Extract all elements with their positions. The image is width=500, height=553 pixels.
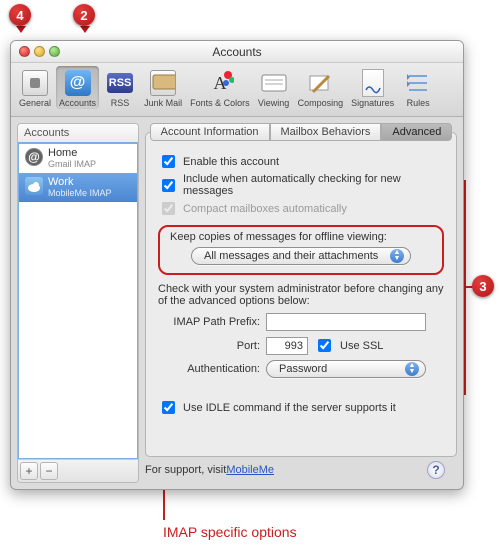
account-sub: Gmail IMAP <box>48 159 96 169</box>
ssl-label: Use SSL <box>340 340 383 352</box>
close-button[interactable] <box>19 46 30 57</box>
toolbar-accounts-label: Accounts <box>59 98 96 108</box>
detail-pane: Account Information Mailbox Behaviors Ad… <box>145 123 457 483</box>
toolbar-fonts[interactable]: A Fonts & Colors <box>187 66 253 109</box>
remove-account-button[interactable]: − <box>40 462 58 480</box>
composing-icon <box>307 70 333 96</box>
include-auto-label: Include when automatically checking for … <box>183 173 444 197</box>
accounts-list[interactable]: @ Home Gmail IMAP Work MobileMe IMAP <box>17 142 139 460</box>
rules-icon <box>405 70 431 96</box>
callout-4-tail <box>16 26 26 33</box>
account-sub: MobileMe IMAP <box>48 188 112 198</box>
tab-account-information[interactable]: Account Information <box>150 123 270 141</box>
accounts-sidebar: Accounts @ Home Gmail IMAP Work Mobile <box>17 123 139 483</box>
idle-row[interactable]: Use IDLE command if the server supports … <box>158 397 444 418</box>
tab-advanced[interactable]: Advanced <box>381 123 452 141</box>
toolbar-general-label: General <box>19 98 51 108</box>
callout-2: 2 <box>73 4 95 26</box>
preferences-toolbar: General @ Accounts RSS RSS Junk Mail A F… <box>11 63 463 117</box>
sidebar-header: Accounts <box>18 124 138 143</box>
auth-row: Authentication: Password ▲▼ <box>158 360 444 378</box>
include-auto-row[interactable]: Include when automatically checking for … <box>158 172 444 198</box>
offline-group: Keep copies of messages for offline view… <box>158 225 444 275</box>
imap-prefix-input[interactable] <box>266 313 426 331</box>
callout-2-tail <box>80 26 90 33</box>
compact-label: Compact mailboxes automatically <box>183 203 347 215</box>
offline-label: Keep copies of messages for offline view… <box>170 231 432 243</box>
toolbar-rules[interactable]: Rules <box>399 66 437 109</box>
preferences-window: Accounts General @ Accounts RSS RSS Junk… <box>10 40 464 490</box>
window-titlebar: Accounts <box>11 41 463 63</box>
at-icon: @ <box>65 70 91 96</box>
port-label: Port: <box>158 340 260 352</box>
at-icon: @ <box>25 148 43 166</box>
account-name: Work <box>48 176 112 188</box>
annotation-text: IMAP specific options <box>163 524 297 540</box>
compact-checkbox <box>162 202 175 215</box>
account-item-work[interactable]: Work MobileMe IMAP <box>19 173 137 202</box>
auth-popup[interactable]: Password ▲▼ <box>266 360 426 378</box>
advanced-pane: Enable this account Include when automat… <box>145 132 457 457</box>
enable-account-label: Enable this account <box>183 156 279 168</box>
callout-4: 4 <box>9 4 31 26</box>
auth-popup-value: Password <box>279 363 327 375</box>
include-auto-checkbox[interactable] <box>162 179 175 192</box>
toolbar-rss-label: RSS <box>111 98 130 108</box>
toolbar-junk[interactable]: Junk Mail <box>141 66 185 109</box>
cloud-icon <box>25 177 43 195</box>
viewing-icon <box>260 72 288 94</box>
detail-tabs: Account Information Mailbox Behaviors Ad… <box>145 123 457 141</box>
toolbar-signatures-label: Signatures <box>351 98 394 108</box>
toolbar-composing-label: Composing <box>298 98 344 108</box>
toolbar-rules-label: Rules <box>407 98 430 108</box>
idle-checkbox[interactable] <box>162 401 175 414</box>
window-traffic-lights <box>19 46 60 57</box>
fonts-icon: A <box>206 69 234 97</box>
imap-prefix-label: IMAP Path Prefix: <box>158 316 260 328</box>
toolbar-signatures[interactable]: Signatures <box>348 66 397 109</box>
support-link[interactable]: MobileMe <box>226 464 274 476</box>
popup-arrows-icon: ▲▼ <box>405 362 419 376</box>
enable-account-row[interactable]: Enable this account <box>158 151 444 172</box>
general-icon <box>22 70 48 96</box>
offline-popup-value: All messages and their attachments <box>204 250 378 262</box>
toolbar-fonts-label: Fonts & Colors <box>190 98 250 108</box>
help-button[interactable]: ? <box>427 461 445 479</box>
auth-label: Authentication: <box>158 363 260 375</box>
port-row: Port: Use SSL <box>158 336 444 355</box>
idle-label: Use IDLE command if the server supports … <box>183 402 396 414</box>
signatures-icon <box>362 69 384 97</box>
tab-mailbox-behaviors[interactable]: Mailbox Behaviors <box>270 123 382 141</box>
rss-icon: RSS <box>107 73 133 93</box>
window-title: Accounts <box>212 45 261 59</box>
minimize-button[interactable] <box>34 46 45 57</box>
account-item-home[interactable]: @ Home Gmail IMAP <box>19 144 137 173</box>
popup-arrows-icon: ▲▼ <box>390 249 404 263</box>
toolbar-rss[interactable]: RSS RSS <box>101 66 139 109</box>
admin-note: Check with your system administrator bef… <box>158 283 444 307</box>
toolbar-general[interactable]: General <box>16 66 54 109</box>
support-footer: For support, visit MobileMe ? <box>145 461 457 479</box>
junk-icon <box>150 70 176 96</box>
toolbar-junk-label: Junk Mail <box>144 98 182 108</box>
support-prefix: For support, visit <box>145 464 226 476</box>
toolbar-accounts[interactable]: @ Accounts <box>56 66 99 109</box>
port-input[interactable] <box>266 337 308 355</box>
zoom-button[interactable] <box>49 46 60 57</box>
enable-account-checkbox[interactable] <box>162 155 175 168</box>
imap-prefix-row: IMAP Path Prefix: <box>158 313 444 331</box>
offline-popup[interactable]: All messages and their attachments ▲▼ <box>191 247 411 265</box>
compact-row: Compact mailboxes automatically <box>158 198 444 219</box>
callout-3: 3 <box>472 275 494 297</box>
toolbar-viewing-label: Viewing <box>258 98 289 108</box>
account-name: Home <box>48 147 96 159</box>
add-account-button[interactable]: + <box>20 462 38 480</box>
toolbar-composing[interactable]: Composing <box>295 66 347 109</box>
toolbar-viewing[interactable]: Viewing <box>255 66 293 109</box>
ssl-checkbox[interactable] <box>318 339 331 352</box>
sidebar-footer: + − <box>18 459 138 482</box>
